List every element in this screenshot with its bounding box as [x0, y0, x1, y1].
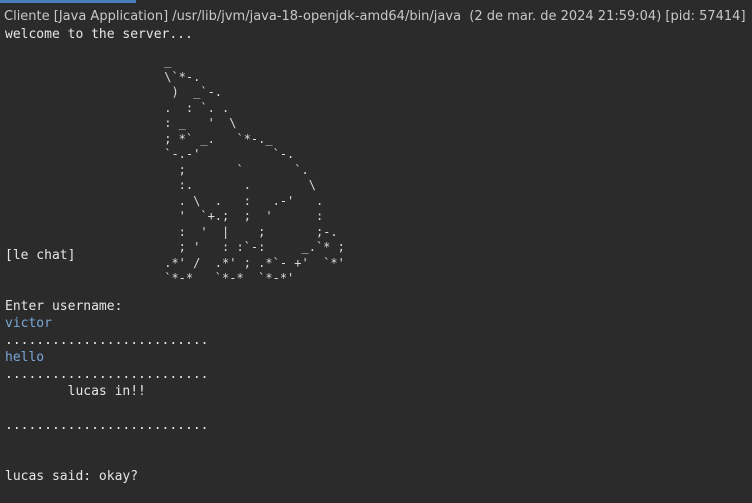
separator-line: .......................... [5, 333, 209, 348]
username-prompt: Enter username: [5, 299, 123, 314]
room-label: [le chat] [5, 248, 76, 263]
console-view[interactable]: Cliente [Java Application] /usr/lib/jvm/… [0, 0, 752, 503]
separator-line: .......................... [5, 367, 209, 382]
welcome-line: welcome to the server... [5, 27, 193, 42]
active-tab-indicator [0, 0, 136, 3]
join-notice: lucas in!! [5, 384, 146, 399]
chat-message: lucas said: okay? [5, 469, 139, 484]
ascii-cat-art: _ \`*-. ) _`-. . : `. . : _ ' \ ; *` _. … [164, 54, 345, 285]
username-input-echo: victor [5, 316, 52, 331]
user-message-echo: hello [5, 350, 45, 365]
console-title: Cliente [Java Application] /usr/lib/jvm/… [4, 9, 746, 24]
separator-line: .......................... [5, 418, 209, 433]
